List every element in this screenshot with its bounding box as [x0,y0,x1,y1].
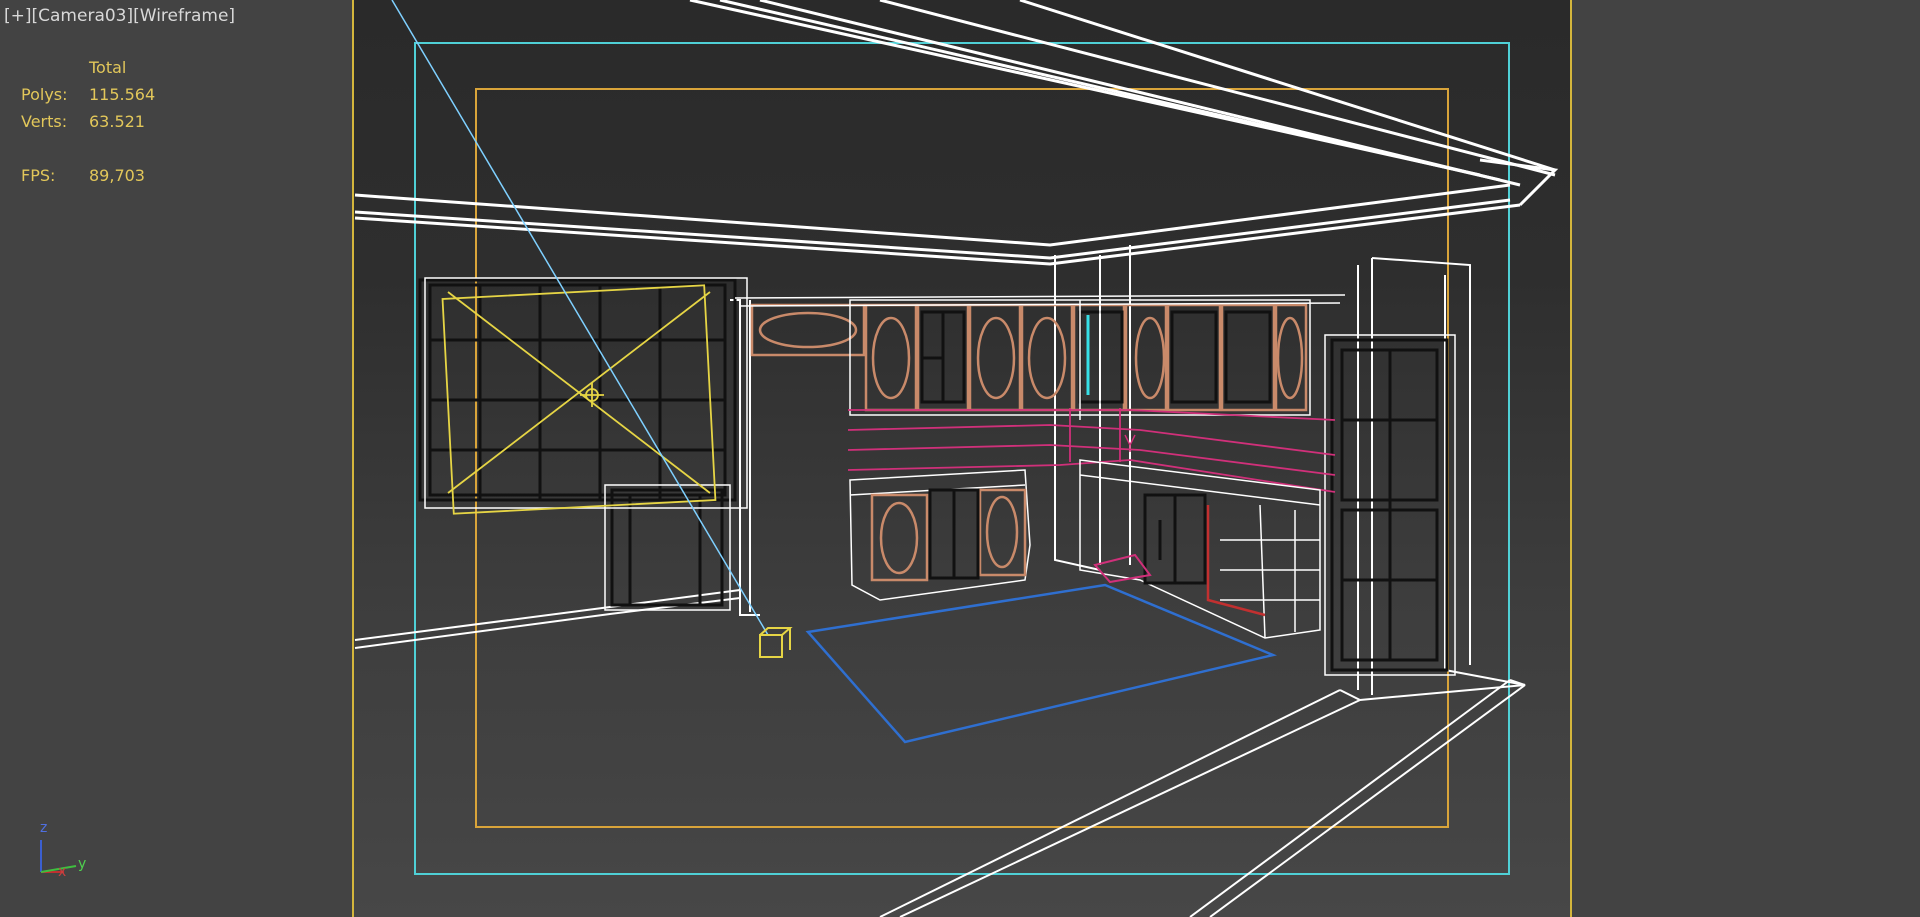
axis-x-label: x [58,864,67,880]
viewport-menu-plus[interactable]: [+] [4,6,32,26]
camera-target[interactable] [759,627,793,658]
left-window [418,278,737,607]
polys-value: 115.564 [89,85,156,104]
camera-target-line [391,0,769,636]
verts-value: 63.521 [89,112,145,131]
backsplash [847,408,1336,493]
stats-header: Total [89,58,127,77]
fps-label: FPS: [21,166,56,185]
axis-tripod: z x y [36,820,96,880]
axis-y-label: y [78,856,87,872]
floor-vent [1093,553,1152,584]
right-door [1330,338,1449,672]
lower-cabinet-red-accent [1206,505,1266,617]
lower-cabinet-doors-right [1143,493,1207,585]
wireframe-scene[interactable] [0,0,1920,917]
safe-frame-title [475,88,1449,828]
safe-frame-live [352,0,1572,917]
axis-z-label: z [40,820,48,836]
polys-label: Polys: [21,85,68,104]
lower-cabinet-rack [928,488,980,580]
upper-cabinets [750,303,1308,412]
viewport-camera-label[interactable]: [Camera03] [32,6,134,26]
floor-lines [354,589,1526,917]
verts-label: Verts: [21,112,68,131]
lower-cabinet-doors-left [870,488,1027,582]
lower-cabinets-right [1079,459,1321,639]
fps-value: 89,703 [89,166,145,185]
upper-cabinet-glass [920,310,1272,404]
ceiling-beams [354,0,1559,266]
viewport-shading-label[interactable]: [Wireframe] [133,6,235,26]
camera-viewport[interactable]: [+][Camera03][Wireframe] Total Polys: 115… [0,0,1920,917]
safe-frame-action [414,42,1510,875]
viewport-label[interactable]: [+][Camera03][Wireframe] [4,6,235,26]
